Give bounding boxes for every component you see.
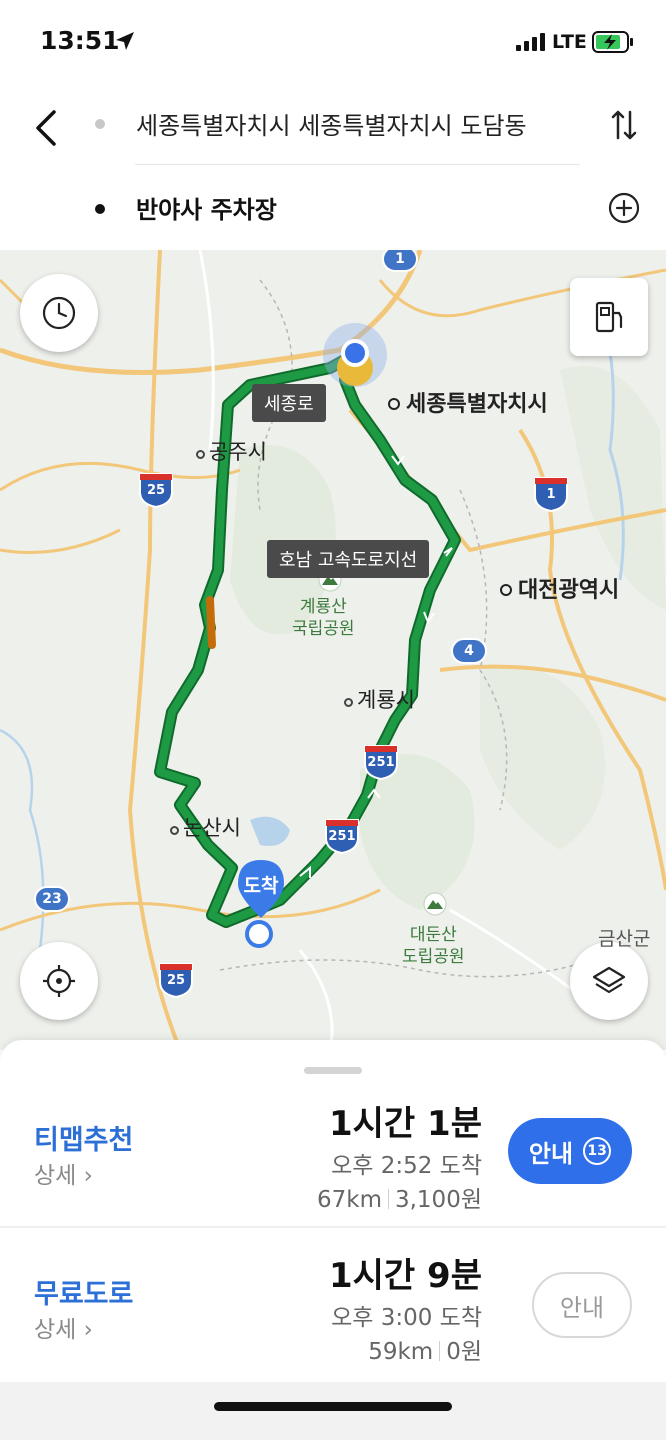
status-bar: 13:51 LTE	[0, 0, 666, 88]
layers-icon	[592, 966, 626, 994]
map-label-gyeryong: 계룡시	[344, 684, 415, 714]
location-arrow-icon	[116, 32, 134, 50]
route-name: 무료도로	[34, 1279, 134, 1310]
map-label-gongju: 공주시	[196, 436, 267, 466]
status-time: 13:51	[40, 26, 120, 55]
highway-shield: 25	[158, 962, 194, 999]
map-layers-button[interactable]	[570, 942, 648, 1020]
sheet-grabber[interactable]	[304, 1067, 362, 1074]
fuel-pump-icon	[595, 301, 623, 333]
map-label-daejeon: 대전광역시	[500, 572, 619, 604]
add-waypoint-icon[interactable]	[608, 192, 640, 224]
chevron-right-icon: ›	[76, 1163, 93, 1189]
current-location-button[interactable]	[20, 942, 98, 1020]
network-type: LTE	[552, 31, 587, 53]
map-label-gyeryong-park: 계룡산 국립공원	[292, 597, 355, 639]
destination-marker	[245, 920, 273, 948]
destination-field[interactable]: 반야사 주차장	[136, 190, 277, 225]
back-arrow-icon[interactable]	[28, 108, 68, 148]
national-road-marker: 23	[34, 886, 70, 912]
chevron-right-icon: ›	[76, 1317, 93, 1343]
national-road-marker: 4	[451, 638, 487, 664]
national-road-marker: 1	[382, 250, 418, 272]
cellular-signal-icon	[516, 33, 545, 51]
map-label-daedunsan-park: 대둔산 도립공원	[402, 925, 465, 967]
map-label-sejong: 세종특별자치시	[388, 386, 548, 418]
route-search-header: 세종특별자치시 세종특별자치시 도담동 반야사 주차장	[0, 88, 666, 250]
highway-shield: 1	[533, 476, 569, 513]
route-detail-link[interactable]: 상세 ›	[34, 1310, 93, 1344]
start-guidance-button[interactable]: 안내	[532, 1272, 632, 1338]
field-divider	[135, 164, 580, 165]
route-arrival: 오후 2:52 도착	[331, 1153, 482, 1179]
mountain-icon	[423, 892, 447, 916]
arrival-pin[interactable]: 도착	[234, 858, 288, 928]
home-indicator-area	[0, 1382, 666, 1440]
highway-shield: 25	[138, 472, 174, 509]
route-options-sheet: 티맵추천 상세 › 1시간 1분 오후 2:52 도착 67km 3,100원 안…	[0, 1040, 666, 1440]
highway-shield: 251	[363, 744, 399, 781]
route-name: 티맵추천	[34, 1125, 134, 1156]
fuel-station-button[interactable]	[570, 278, 648, 356]
map-base	[0, 250, 666, 1050]
origin-field[interactable]: 세종특별자치시 세종특별자치시 도담동	[136, 106, 527, 141]
route-option-free-road[interactable]: 무료도로 상세 › 1시간 9분 오후 3:00 도착 59km 0원 안내	[0, 1236, 666, 1391]
road-tag-honam-branch: 호남 고속도로지선	[267, 540, 430, 578]
map-label-nonsan: 논산시	[170, 812, 241, 842]
route-distance-toll: 59km 0원	[368, 1339, 482, 1365]
route-distance-toll: 67km 3,100원	[316, 1187, 482, 1213]
route-duration: 1시간 1분	[329, 1104, 482, 1144]
home-indicator[interactable]	[214, 1402, 452, 1411]
map-label-geumsan: 금산군	[598, 928, 651, 950]
road-tag-sejong-ro: 세종로	[252, 384, 326, 422]
route-option-recommended[interactable]: 티맵추천 상세 › 1시간 1분 오후 2:52 도착 67km 3,100원 안…	[0, 1080, 666, 1235]
clock-icon	[42, 296, 76, 330]
crosshair-icon	[43, 965, 75, 997]
route-divider	[0, 1226, 666, 1228]
destination-dot-icon	[95, 204, 105, 214]
route-duration: 1시간 9분	[329, 1256, 482, 1296]
route-arrival: 오후 3:00 도착	[331, 1305, 482, 1331]
origin-dot-icon	[95, 119, 105, 129]
alternative-count-badge: 13	[583, 1137, 612, 1165]
map-view[interactable]: 세종특별자치시 공주시 대전광역시 계룡시 논산시 금산군 계룡산 국립공원 대…	[0, 250, 666, 1050]
history-button[interactable]	[20, 274, 98, 352]
battery-charging-icon	[592, 31, 633, 53]
highway-shield: 251	[324, 818, 360, 855]
swap-icon[interactable]	[610, 108, 638, 142]
start-guidance-button[interactable]: 안내 13	[508, 1118, 632, 1184]
route-detail-link[interactable]: 상세 ›	[34, 1156, 93, 1190]
